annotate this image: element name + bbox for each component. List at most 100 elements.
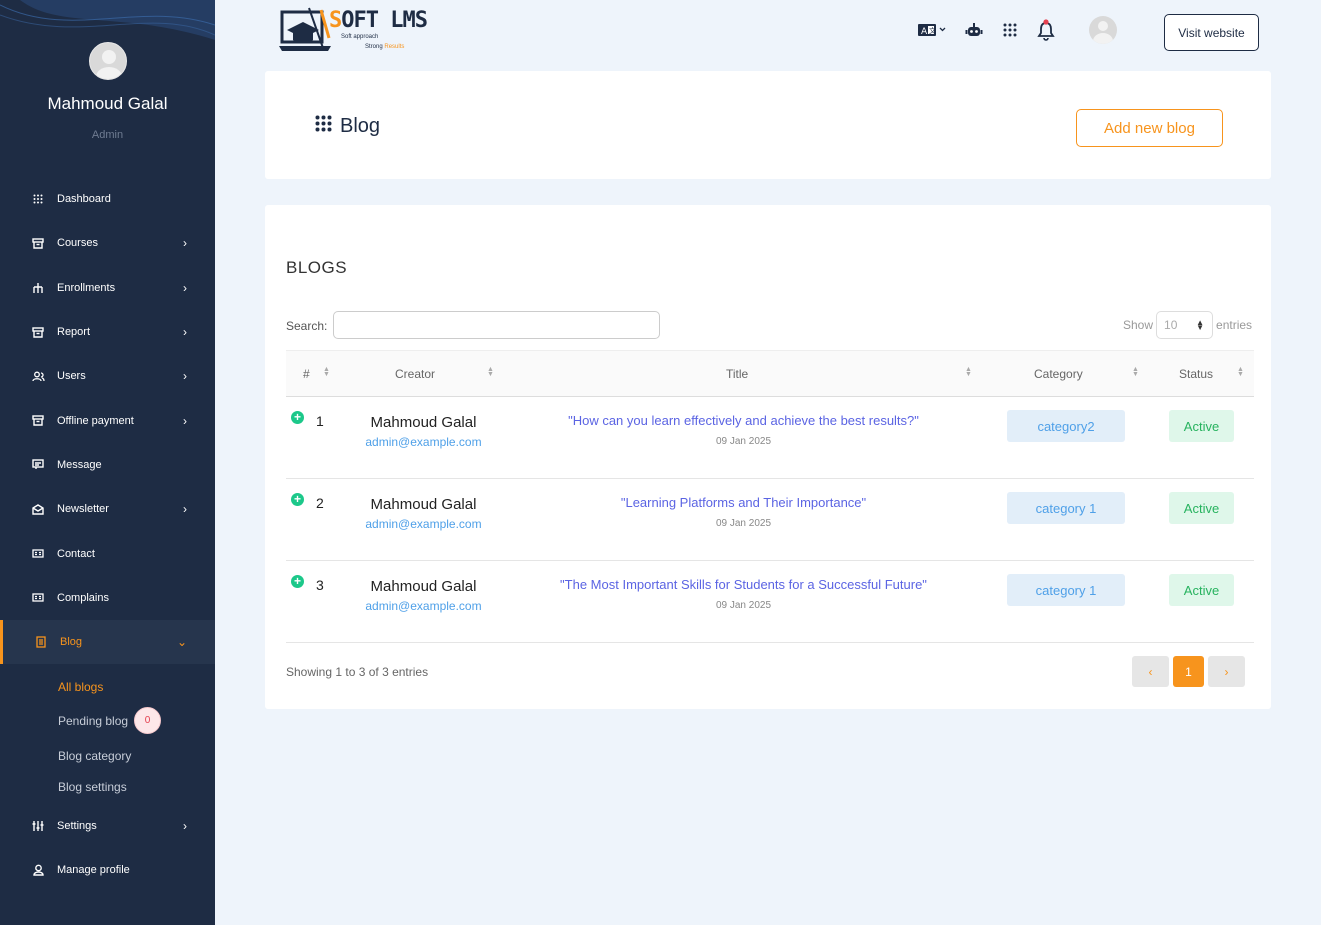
blog-submenu: All blogs Pending blog 0 Blog category B… bbox=[0, 664, 215, 802]
user-avatar[interactable] bbox=[1089, 16, 1117, 44]
sidebar-item-label: Blog bbox=[60, 635, 83, 648]
creator-email[interactable]: admin@example.com bbox=[331, 517, 516, 531]
creator-email[interactable]: admin@example.com bbox=[331, 435, 516, 449]
sidebar-item-label: Offline payment bbox=[57, 414, 134, 427]
sidebar-item-message[interactable]: Message bbox=[0, 443, 215, 487]
hierarchy-icon bbox=[30, 281, 46, 295]
sort-icon[interactable]: ▲ ▼ bbox=[323, 366, 330, 378]
sidebar-item-label: Newsletter bbox=[57, 503, 109, 516]
sidebar-item-newsletter[interactable]: Newsletter › bbox=[0, 487, 215, 531]
visit-website-button[interactable]: Visit website bbox=[1164, 14, 1259, 51]
sidebar-item-label: Users bbox=[57, 370, 86, 383]
sliders-icon bbox=[30, 819, 46, 833]
grid-icon bbox=[30, 192, 46, 206]
sidebar-menu: Dashboard Courses › Enrollments › Report… bbox=[0, 177, 215, 893]
sort-icon[interactable]: ▲ ▼ bbox=[487, 366, 494, 378]
category-badge: category 1 bbox=[1007, 574, 1125, 606]
section-heading: BLOGS bbox=[286, 258, 348, 277]
apps-grid-icon[interactable] bbox=[999, 18, 1021, 42]
sidebar-item-enrollments[interactable]: Enrollments › bbox=[0, 266, 215, 310]
sidebar-item-complains[interactable]: Complains bbox=[0, 576, 215, 620]
sort-icon[interactable]: ▲ ▼ bbox=[965, 366, 972, 378]
chevron-right-icon: › bbox=[183, 369, 187, 384]
add-new-blog-button[interactable]: Add new blog bbox=[1076, 109, 1223, 147]
category-badge: category2 bbox=[1007, 410, 1125, 442]
chevron-right-icon: › bbox=[183, 819, 187, 834]
search-input[interactable] bbox=[333, 311, 660, 339]
logo[interactable]: SOFT LMS Soft approach Strong Results bbox=[279, 6, 429, 56]
robot-icon[interactable] bbox=[963, 18, 985, 42]
sidebar-item-blog[interactable]: Blog ⌄ bbox=[0, 619, 215, 664]
category-badge: category 1 bbox=[1007, 492, 1125, 524]
table-row: + 2 Mahmoud Galal admin@example.com "Lea… bbox=[286, 479, 1254, 561]
entries-select[interactable]: 10 ▲ ▼ bbox=[1156, 311, 1214, 339]
sidebar-item-contact[interactable]: Contact bbox=[0, 531, 215, 575]
col-header-creator[interactable]: Creator bbox=[395, 367, 435, 381]
sidebar-item-settings[interactable]: Settings › bbox=[0, 804, 215, 848]
id-card-icon bbox=[30, 591, 46, 605]
submenu-blog-category[interactable]: Blog category bbox=[58, 740, 215, 772]
pagination-prev-button[interactable]: ‹ bbox=[1132, 656, 1169, 687]
sidebar-item-report[interactable]: Report › bbox=[0, 310, 215, 354]
pending-count-badge: 0 bbox=[134, 707, 162, 735]
col-header-category[interactable]: Category bbox=[1034, 367, 1083, 381]
expand-row-icon[interactable]: + bbox=[291, 411, 304, 424]
table-row: + 1 Mahmoud Galal admin@example.com "How… bbox=[286, 397, 1254, 479]
show-label: Show bbox=[1123, 318, 1154, 332]
logo-tagline-2: Strong Results bbox=[365, 44, 405, 50]
sidebar-item-offline-payment[interactable]: Offline payment › bbox=[0, 398, 215, 442]
row-number: 2 bbox=[316, 495, 324, 511]
submenu-label: Blog settings bbox=[58, 779, 127, 794]
row-number: 1 bbox=[316, 413, 324, 429]
col-header-status[interactable]: Status bbox=[1179, 367, 1213, 381]
sidebar-item-label: Settings bbox=[57, 820, 97, 833]
page-header-card: Blog Add new blog bbox=[265, 71, 1271, 179]
chevron-right-icon: › bbox=[183, 236, 187, 251]
submenu-pending-blog[interactable]: Pending blog 0 bbox=[58, 702, 215, 740]
submenu-blog-settings[interactable]: Blog settings bbox=[58, 772, 215, 802]
submenu-all-blogs[interactable]: All blogs bbox=[58, 664, 215, 702]
pagination-next-button[interactable]: › bbox=[1208, 656, 1245, 687]
search-label: Search: bbox=[286, 319, 328, 333]
sort-icon[interactable]: ▲ ▼ bbox=[1132, 366, 1139, 378]
blog-date: 09 Jan 2025 bbox=[715, 518, 772, 529]
bell-icon[interactable] bbox=[1035, 18, 1057, 42]
graduation-laptop-icon bbox=[279, 7, 331, 51]
chevron-right-icon: › bbox=[183, 325, 187, 340]
sidebar-item-users[interactable]: Users › bbox=[0, 354, 215, 398]
user-icon bbox=[30, 863, 46, 877]
sort-icon[interactable]: ▲ ▼ bbox=[1237, 366, 1244, 378]
chevron-right-icon: › bbox=[183, 413, 187, 428]
creator-email[interactable]: admin@example.com bbox=[331, 599, 516, 613]
expand-row-icon[interactable]: + bbox=[291, 493, 304, 506]
sidebar-item-label: Courses bbox=[57, 237, 98, 250]
profile-name: Mahmoud Galal bbox=[47, 94, 168, 113]
sidebar-item-dashboard[interactable]: Dashboard bbox=[0, 177, 215, 221]
logo-title: SOFT LMS bbox=[329, 8, 428, 33]
sidebar-item-label: Complains bbox=[57, 591, 109, 604]
entries-select-value: 10 bbox=[1164, 318, 1178, 332]
chevron-right-icon: › bbox=[183, 280, 187, 295]
language-icon[interactable]: A文 bbox=[915, 18, 949, 42]
submenu-label: Pending blog bbox=[58, 713, 129, 728]
expand-row-icon[interactable]: + bbox=[291, 575, 304, 588]
sidebar-item-manage-profile[interactable]: Manage profile bbox=[0, 848, 215, 892]
col-header-title[interactable]: Title bbox=[726, 367, 748, 381]
creator-name: Mahmoud Galal bbox=[370, 414, 477, 431]
archive-icon bbox=[30, 414, 46, 428]
sidebar-item-label: Contact bbox=[57, 547, 95, 560]
blog-title-link[interactable]: "The Most Important Skills for Students … bbox=[506, 577, 981, 592]
sidebar-item-courses[interactable]: Courses › bbox=[0, 221, 215, 265]
blog-title-link[interactable]: "Learning Platforms and Their Importance… bbox=[506, 495, 981, 510]
status-badge: Active bbox=[1169, 492, 1234, 524]
entries-label: entries bbox=[1216, 318, 1253, 332]
submenu-label: Blog category bbox=[58, 748, 132, 763]
archive-icon bbox=[30, 325, 46, 339]
col-header-num[interactable]: # bbox=[303, 367, 310, 381]
avatar[interactable] bbox=[88, 42, 127, 80]
pagination-page-button[interactable]: 1 bbox=[1173, 656, 1204, 687]
creator-name: Mahmoud Galal bbox=[370, 496, 477, 513]
blog-title-link[interactable]: "How can you learn effectively and achie… bbox=[506, 413, 981, 428]
blog-date: 09 Jan 2025 bbox=[715, 436, 772, 447]
id-card-icon bbox=[30, 547, 46, 561]
